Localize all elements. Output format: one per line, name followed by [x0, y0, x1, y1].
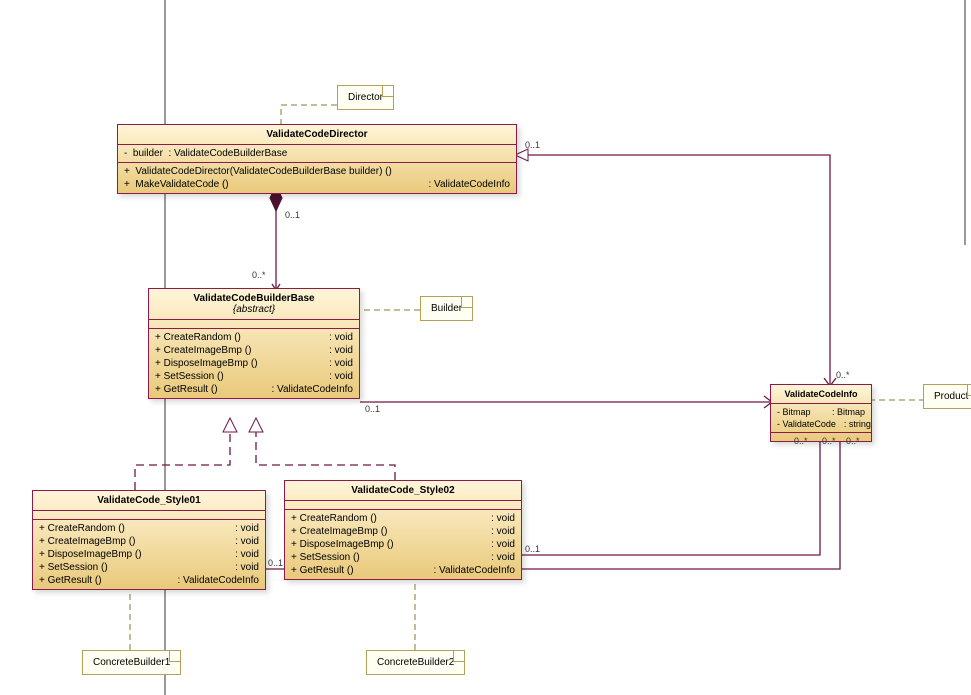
mult: 0..1: [525, 140, 540, 150]
class-validatecodeinfo: ValidateCodeInfo - Bitmap: Bitmap- Valid…: [770, 384, 872, 442]
class-title: ValidateCode_Style02: [285, 481, 521, 501]
class-validatecodebuilderbase: ValidateCodeBuilderBase {abstract} + Cre…: [148, 288, 360, 399]
note-text: ConcreteBuilder1: [93, 657, 170, 668]
operation-row: + SetSession (): void: [291, 551, 515, 564]
mult: 0..1: [285, 210, 300, 220]
class-stereotype: {abstract}: [149, 304, 359, 320]
operation-row: + CreateRandom (): void: [291, 512, 515, 525]
note-director: Director: [337, 85, 394, 110]
mult: 0..1: [525, 544, 540, 554]
operation-row: + SetSession (): void: [155, 370, 353, 383]
class-title: ValidateCode_Style01: [33, 491, 265, 511]
note-builder: Builder: [420, 296, 473, 321]
note-text: ConcreteBuilder2: [377, 657, 454, 668]
mult: 0..*: [846, 436, 860, 446]
mult: 0..*: [836, 370, 850, 380]
class-title: ValidateCodeDirector: [118, 125, 516, 145]
note-text: Builder: [431, 303, 462, 314]
class-validatecode-style01: ValidateCode_Style01 + CreateRandom (): …: [32, 490, 266, 590]
operation-row: + CreateRandom (): void: [155, 331, 353, 344]
note-text: Director: [348, 92, 383, 103]
operation-row: + DisposeImageBmp (): void: [155, 357, 353, 370]
operation-row: + GetResult (): ValidateCodeInfo: [155, 383, 353, 396]
class-validatecode-style02: ValidateCode_Style02 + CreateRandom (): …: [284, 480, 522, 580]
attribute-row: - ValidateCode: string: [777, 418, 865, 430]
note-text: Product: [934, 391, 968, 402]
operation-row: + CreateImageBmp (): void: [291, 525, 515, 538]
connector-layer: [0, 0, 971, 695]
operation-row: + GetResult (): ValidateCodeInfo: [39, 574, 259, 587]
note-product: Product: [923, 384, 971, 409]
class-title: ValidateCodeBuilderBase: [149, 289, 359, 304]
operation-row: + SetSession (): void: [39, 561, 259, 574]
note-concrete1: ConcreteBuilder1: [82, 650, 181, 675]
class-title: ValidateCodeInfo: [771, 385, 871, 404]
operation-row: + CreateRandom (): void: [39, 522, 259, 535]
mult: 0..*: [794, 436, 808, 446]
attribute-row: - Bitmap: Bitmap: [777, 406, 865, 418]
mult: 0..*: [252, 270, 266, 280]
class-validatecodedirector: ValidateCodeDirector - builder : Validat…: [117, 124, 517, 194]
operation-row: + CreateImageBmp (): void: [155, 344, 353, 357]
operation-row: + DisposeImageBmp (): void: [39, 548, 259, 561]
mult: 0..*: [822, 436, 836, 446]
operation-row: + CreateImageBmp (): void: [39, 535, 259, 548]
mult: 0..1: [365, 404, 380, 414]
operation-row: + DisposeImageBmp (): void: [291, 538, 515, 551]
operation-row: + GetResult (): ValidateCodeInfo: [291, 564, 515, 577]
mult: 0..1: [268, 558, 283, 568]
note-concrete2: ConcreteBuilder2: [366, 650, 465, 675]
